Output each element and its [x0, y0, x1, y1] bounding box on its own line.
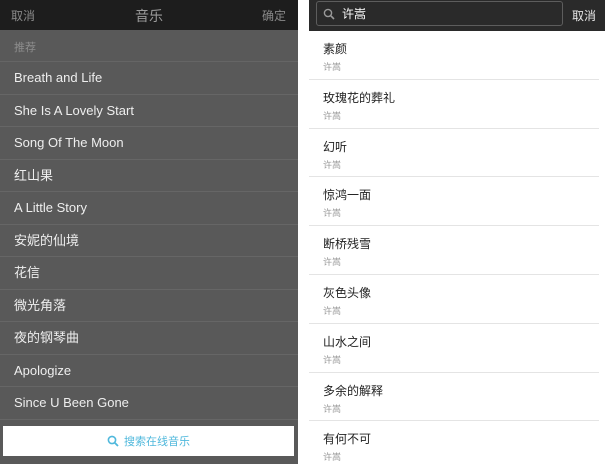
search-icon	[107, 435, 119, 447]
result-row[interactable]: 惊鸿一面 许嵩	[309, 177, 599, 227]
result-row[interactable]: 素颜 许嵩	[309, 31, 599, 80]
artist-name: 许嵩	[323, 62, 342, 72]
search-online-button[interactable]: 搜索在线音乐	[3, 426, 294, 456]
list-item[interactable]: She Is A Lovely Start	[0, 95, 298, 127]
list-item[interactable]: 微光角落	[0, 290, 298, 322]
artist-name: 许嵩	[323, 305, 342, 316]
search-cancel-button[interactable]: 取消	[572, 7, 596, 24]
artist-name: 许嵩	[323, 208, 342, 219]
artist-name: 许嵩	[323, 110, 342, 121]
list-item[interactable]: Breath and Life	[0, 62, 298, 95]
artist-name: 许嵩	[323, 452, 342, 463]
result-row[interactable]: 有何不可 许嵩	[309, 421, 599, 464]
song-title: 惊鸿一面	[323, 188, 372, 203]
list-item[interactable]: 花信	[0, 257, 298, 290]
search-panel: 许嵩 取消 素颜 许嵩 玫瑰花的葬礼 许嵩 幻听 许嵩 惊鸿一面 许嵩 断桥残雪 许嵩 灰色头像 许嵩…	[309, 0, 605, 464]
search-query: 许嵩	[342, 7, 367, 21]
artist-name: 许嵩	[323, 257, 342, 268]
result-row[interactable]: 断桥残雪 许嵩	[309, 226, 599, 275]
result-row[interactable]: 玫瑰花的葬礼 许嵩	[309, 80, 599, 129]
song-title: 玫瑰花的葬礼	[323, 90, 396, 105]
confirm-button[interactable]: 确定	[262, 7, 286, 24]
search-online-label: 搜索在线音乐	[124, 436, 190, 448]
result-row[interactable]: 多余的解释 许嵩	[309, 373, 599, 422]
list-item[interactable]: Song Of The Moon	[0, 127, 298, 160]
result-row[interactable]: 幻听 许嵩	[309, 129, 599, 178]
song-title: 素颜	[323, 42, 348, 56]
result-list: 素颜 许嵩 玫瑰花的葬礼 许嵩 幻听 许嵩 惊鸿一面 许嵩 断桥残雪 许嵩 灰色头像 许嵩 山水之间 许嵩…	[309, 31, 605, 464]
list-item[interactable]: 安妮的仙境	[0, 225, 298, 257]
artist-name: 许嵩	[323, 354, 342, 365]
list-item[interactable]: Since U Been Gone	[0, 387, 298, 420]
recommend-panel: 取消 音乐 确定 推荐 Breath and Life She Is A Love…	[0, 0, 298, 464]
song-title: 灰色头像	[323, 285, 372, 300]
song-title: 多余的解释	[323, 383, 384, 398]
result-row[interactable]: 灰色头像 许嵩	[309, 275, 599, 324]
search-icon	[323, 8, 335, 20]
search-bar: 许嵩 取消	[309, 0, 605, 31]
song-title: 有何不可	[323, 432, 372, 447]
list-item[interactable]: Apologize	[0, 355, 298, 387]
section-label: 推荐	[0, 30, 298, 62]
artist-name: 许嵩	[323, 403, 342, 414]
song-title: 山水之间	[323, 334, 372, 349]
list-item[interactable]: 夜的钢琴曲	[0, 322, 298, 355]
list-item[interactable]: 红山果	[0, 160, 298, 192]
left-header: 取消 音乐 确定	[0, 0, 298, 30]
list-item[interactable]: A Little Story	[0, 192, 298, 225]
song-title: 断桥残雪	[323, 237, 372, 252]
song-title: 幻听	[323, 139, 348, 154]
search-input[interactable]: 许嵩	[316, 1, 563, 26]
page-title: 音乐	[135, 8, 163, 24]
result-row[interactable]: 山水之间 许嵩	[309, 324, 599, 373]
recommend-list: Breath and Life She Is A Lovely Start Song…	[0, 62, 298, 420]
artist-name: 许嵩	[323, 159, 342, 170]
